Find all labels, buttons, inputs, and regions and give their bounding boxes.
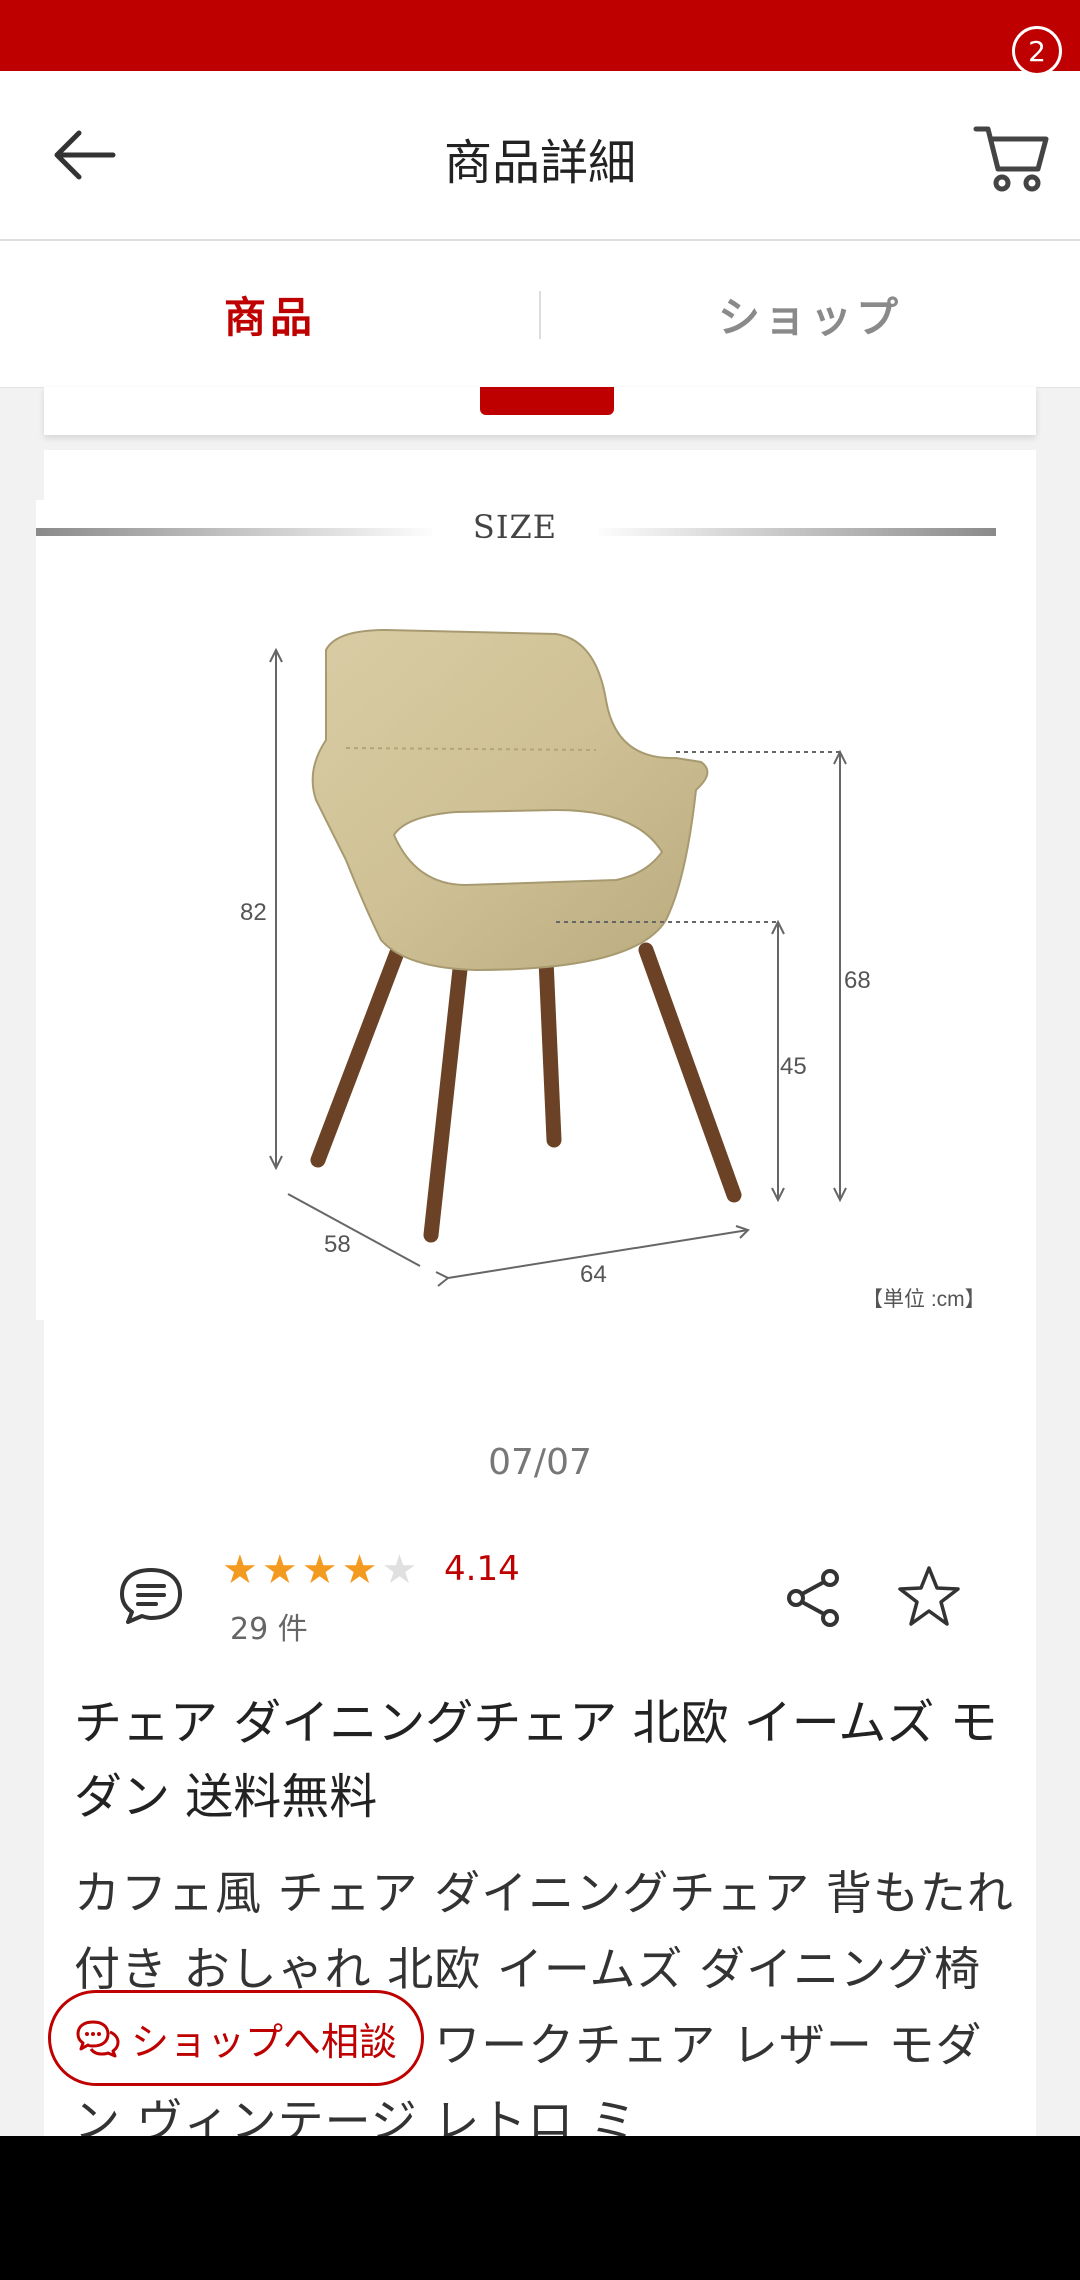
- product-size-image[interactable]: 82 68 45 58 64 【単位 :cm】: [36, 500, 996, 1320]
- star-filled-icon: ★: [301, 1547, 338, 1593]
- chat-bubbles-icon: [76, 2020, 120, 2058]
- size-heading-rule-left: [36, 528, 432, 536]
- cart-icon: [973, 126, 1049, 192]
- status-bar: [0, 0, 1080, 71]
- dimension-label-depth: 58: [324, 1231, 351, 1258]
- star-filled-icon: ★: [341, 1547, 378, 1593]
- star-outline-icon: [898, 1566, 960, 1626]
- size-heading: SIZE: [472, 508, 558, 546]
- chair-dimension-drawing: 82 68 45 58 64 【単位 :cm】: [240, 628, 986, 1311]
- cart-badge: 2: [1012, 26, 1062, 76]
- app-header: 商品詳細: [0, 71, 1080, 241]
- previous-section-card: [44, 387, 1036, 435]
- review-chat-icon: [120, 1568, 182, 1624]
- tab-product[interactable]: 商品: [0, 241, 540, 387]
- star-empty-icon: ★: [381, 1547, 418, 1593]
- tab-bar: 商品 ショップ: [0, 241, 1080, 388]
- star-filled-icon: ★: [222, 1547, 258, 1593]
- favorite-button[interactable]: [896, 1564, 962, 1630]
- dimension-label-width: 64: [580, 1261, 607, 1288]
- shop-consult-button[interactable]: ショップへ相談: [48, 1990, 424, 2086]
- dimension-label-height: 82: [240, 899, 267, 926]
- share-icon: [787, 1569, 839, 1627]
- cart-button[interactable]: [972, 115, 1052, 195]
- navigation-bar: [0, 2136, 1080, 2280]
- star-filled-icon: ★: [261, 1547, 298, 1593]
- tab-shop[interactable]: ショップ: [540, 241, 1080, 387]
- review-count[interactable]: 29 件: [230, 1604, 308, 1648]
- product-title: チェア ダイニングチェア 北欧 イームズ モダン 送料無料: [74, 1695, 998, 1825]
- page-title: 商品詳細: [443, 135, 636, 191]
- rating-value[interactable]: 4.14: [444, 1549, 520, 1589]
- dimension-label-arm-height: 68: [844, 967, 871, 994]
- share-button[interactable]: [782, 1566, 846, 1630]
- unit-note: 【単位 :cm】: [862, 1288, 986, 1311]
- review-button[interactable]: [116, 1566, 186, 1626]
- red-button-fragment[interactable]: [480, 387, 614, 415]
- image-counter: 07/07: [488, 1442, 592, 1483]
- size-heading-rule-right: [598, 528, 996, 536]
- rating-stars[interactable]: ★ ★ ★ ★ ★: [222, 1548, 417, 1592]
- dimension-label-seat-height: 45: [780, 1053, 807, 1080]
- shop-consult-label: ショップへ相談: [130, 2019, 397, 2064]
